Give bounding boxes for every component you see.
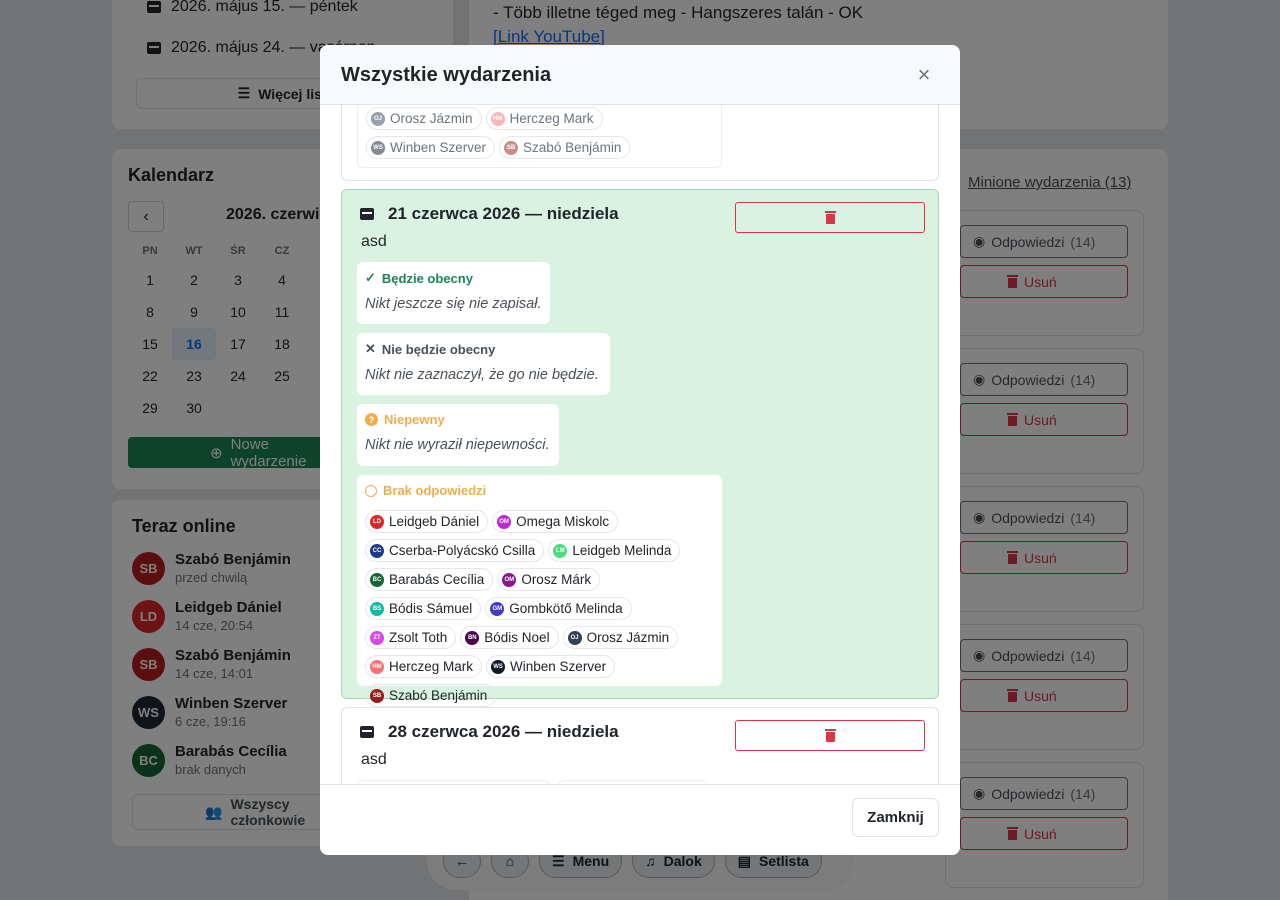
member-chip: WS Winben Szerver <box>486 655 616 678</box>
all-events-modal: Wszystkie wydarzenia × OJ Orosz Jázmin HM H… <box>320 45 960 855</box>
not-attending-box: ✕ Nie będzie obecny Nikt nie zaznaczył, … <box>357 333 610 395</box>
avatar: OJ <box>567 630 582 645</box>
event-title: 21 czerwca 2026 — niedziela <box>360 204 619 224</box>
trash-icon <box>824 729 836 742</box>
close-button[interactable]: Zamknij <box>852 798 939 837</box>
member-name: Bódis Noel <box>484 630 550 645</box>
avatar: SB <box>370 688 384 703</box>
member-name: Winben Szerver <box>510 659 607 674</box>
no-answer-header: Brak odpowiedzi <box>365 483 714 498</box>
member-chip: OJ Orosz Jázmin <box>562 626 679 649</box>
avatar: BC <box>370 572 384 587</box>
member-name: Orosz Jázmin <box>586 630 670 645</box>
member-name: Barabás Cecília <box>389 572 485 587</box>
member-chip: BS Bódis Sámuel <box>365 597 482 620</box>
close-icon[interactable]: × <box>914 64 934 86</box>
avatar: WS <box>371 140 385 155</box>
member-name: Zsolt Toth <box>389 630 448 645</box>
unsure-empty: Nikt nie wyraził niepewności. <box>365 437 550 453</box>
attending-header: ✓ Będzie obecny <box>365 270 473 286</box>
modal-title: Wszystkie wydarzenia <box>341 64 552 86</box>
member-chip: ZT Zsolt Toth <box>365 626 457 649</box>
event-card: 28 czerwca 2026 — niedziela asd <box>341 707 939 784</box>
avatar: OM <box>497 514 512 529</box>
x-icon: ✕ <box>365 341 376 356</box>
member-chip: OM Omega Miskolc <box>492 510 619 533</box>
question-circle-icon: ? <box>365 413 378 426</box>
member-chip: CC Cserba-Polyácskó Csilla <box>365 539 545 562</box>
member-chip: BN Bódis Noel <box>460 626 559 649</box>
avatar: GM <box>490 601 505 616</box>
member-chip: GM Gombkötő Melinda <box>485 597 632 620</box>
check-icon: ✓ <box>365 270 376 285</box>
avatar: WS <box>491 659 506 674</box>
attending-empty: Nikt jeszcze się nie zapisał. <box>365 296 542 312</box>
event-description: asd <box>361 751 387 768</box>
member-name: Orosz Márk <box>521 572 592 587</box>
delete-event-button[interactable] <box>735 202 925 233</box>
modal-body[interactable]: OJ Orosz Jázmin HM Herczeg Mark WS Winben Sze… <box>320 105 960 784</box>
event-card-highlighted: 21 czerwca 2026 — niedziela asd ✓ Będzie… <box>341 189 939 707</box>
avatar: OM <box>502 572 517 587</box>
avatar: ZT <box>370 630 384 645</box>
member-name: Herczeg Mark <box>509 111 594 126</box>
avatar: BN <box>465 630 480 645</box>
member-name: Leidgeb Dániel <box>389 514 480 529</box>
member-name: Orosz Jázmin <box>390 111 473 126</box>
member-name: Leidgeb Melinda <box>572 543 672 558</box>
member-chip: LM Leidgeb Melinda <box>548 539 681 562</box>
calendar-icon <box>360 726 374 738</box>
no-answer-box: Brak odpowiedzi LD Leidgeb Dániel OM Omega … <box>357 475 722 707</box>
member-chip: SB Szabó Benjámin <box>365 684 497 707</box>
member-chip: HM Herczeg Mark <box>365 655 483 678</box>
event-description: asd <box>361 233 387 250</box>
avatar: BS <box>370 601 384 616</box>
clock-icon <box>365 484 377 497</box>
member-chip: BC Barabás Cecília <box>365 568 494 591</box>
member-chip: SB Szabó Benjámin <box>499 136 631 159</box>
no-answer-list: OJ Orosz Jázmin HM Herczeg Mark WS Winben Sze… <box>366 107 716 159</box>
trash-icon <box>824 211 836 224</box>
avatar: HM <box>490 111 505 126</box>
event-card: OJ Orosz Jázmin HM Herczeg Mark WS Winben Sze… <box>341 105 939 181</box>
unsure-box: ? Niepewny Nikt nie wyraził niepewności. <box>357 404 559 466</box>
member-chip: WS Winben Szerver <box>366 136 496 159</box>
member-chip: LD Leidgeb Dániel <box>365 510 489 533</box>
avatar: LM <box>553 543 568 558</box>
member-name: Gombkötő Melinda <box>509 601 623 616</box>
member-name: Bódis Sámuel <box>389 601 473 616</box>
attending-box: ✓ Będzie obecny Nikt jeszcze się nie zap… <box>357 262 550 324</box>
event-title: 28 czerwca 2026 — niedziela <box>360 722 619 742</box>
member-name: Winben Szerver <box>390 140 487 155</box>
not-attending-header: ✕ Nie będzie obecny <box>365 341 496 357</box>
member-chip: OM Orosz Márk <box>497 568 601 591</box>
avatar: OJ <box>371 111 385 126</box>
member-name: Herczeg Mark <box>389 659 474 674</box>
avatar: HM <box>370 659 384 674</box>
member-name: Omega Miskolc <box>516 514 610 529</box>
no-answer-list: LD Leidgeb Dániel OM Omega Miskolc CC Cserba-… <box>365 510 715 707</box>
member-chip: OJ Orosz Jázmin <box>366 107 482 130</box>
calendar-icon <box>360 208 374 220</box>
avatar: SB <box>504 140 519 155</box>
member-name: Szabó Benjámin <box>389 688 488 703</box>
modal-header: Wszystkie wydarzenia × <box>320 45 960 105</box>
avatar: LD <box>370 514 384 529</box>
not-attending-empty: Nikt nie zaznaczył, że go nie będzie. <box>365 367 599 383</box>
member-name: Szabó Benjámin <box>523 140 622 155</box>
unsure-header: ? Niepewny <box>365 412 551 427</box>
member-name: Cserba-Polyácskó Csilla <box>389 543 536 558</box>
no-answer-box: OJ Orosz Jázmin HM Herczeg Mark WS Winben Sze… <box>357 105 722 168</box>
modal-footer: Zamknij <box>320 784 960 855</box>
avatar: CC <box>370 543 384 558</box>
delete-event-button[interactable] <box>735 720 925 751</box>
member-chip: HM Herczeg Mark <box>485 107 603 130</box>
